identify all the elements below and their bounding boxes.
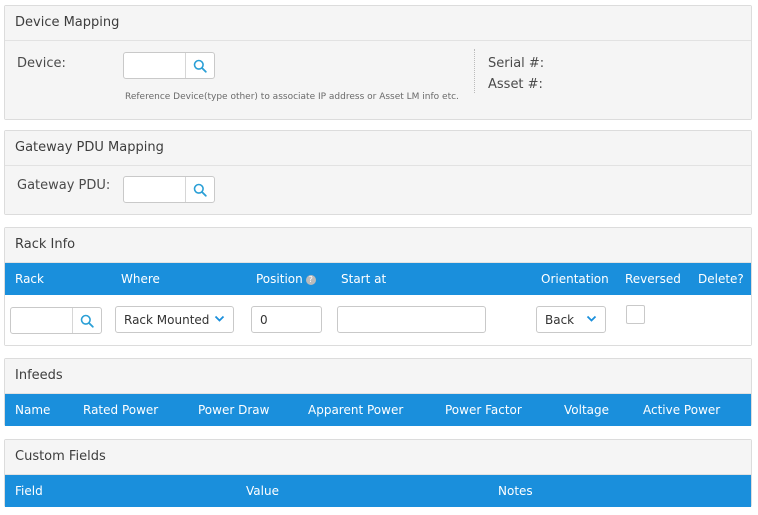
device-input[interactable] bbox=[124, 53, 186, 78]
col-orientation: Orientation bbox=[541, 272, 609, 286]
infeeds-title: Infeeds bbox=[5, 359, 751, 394]
device-lookup bbox=[123, 52, 215, 79]
col-power-factor: Power Factor bbox=[445, 403, 522, 417]
search-icon bbox=[80, 314, 94, 328]
col-value: Value bbox=[246, 484, 279, 498]
custom-fields-table-header: Field Value Notes bbox=[5, 475, 751, 507]
orientation-select[interactable]: Back bbox=[536, 306, 606, 333]
custom-fields-panel: Custom Fields Field Value Notes bbox=[4, 439, 752, 507]
chevron-down-icon bbox=[214, 315, 225, 322]
where-select[interactable]: Rack Mounted bbox=[115, 306, 234, 333]
infeeds-table-header: Name Rated Power Power Draw Apparent Pow… bbox=[5, 394, 751, 426]
serial-label: Serial #: bbox=[488, 56, 545, 71]
start-at-input[interactable] bbox=[337, 306, 486, 333]
gateway-pdu-title: Gateway PDU Mapping bbox=[5, 131, 751, 166]
col-notes: Notes bbox=[498, 484, 533, 498]
custom-fields-title: Custom Fields bbox=[5, 440, 751, 475]
col-field: Field bbox=[15, 484, 43, 498]
where-value: Rack Mounted bbox=[124, 313, 210, 327]
rack-info-title: Rack Info bbox=[5, 228, 751, 263]
rack-row: Rack Mounted 0 Back bbox=[5, 295, 751, 345]
help-icon[interactable]: ? bbox=[305, 275, 316, 285]
device-search-button[interactable] bbox=[186, 53, 214, 78]
gateway-pdu-panel: Gateway PDU Mapping Gateway PDU: bbox=[4, 130, 752, 215]
infeeds-panel: Infeeds Name Rated Power Power Draw Appa… bbox=[4, 358, 752, 426]
col-delete: Delete? bbox=[698, 272, 744, 286]
col-name: Name bbox=[15, 403, 51, 417]
col-power-draw: Power Draw bbox=[198, 403, 270, 417]
col-apparent-power: Apparent Power bbox=[308, 403, 404, 417]
rack-lookup bbox=[10, 307, 102, 334]
gateway-pdu-input[interactable] bbox=[124, 177, 186, 202]
rack-table-header: Rack Where Position? Start at Orientatio… bbox=[5, 263, 751, 295]
device-hint: Reference Device(type other) to associat… bbox=[125, 92, 459, 102]
search-icon bbox=[193, 183, 207, 197]
col-where: Where bbox=[121, 272, 160, 286]
col-rated-power: Rated Power bbox=[83, 403, 159, 417]
device-mapping-body: Device: Reference Device(type other) to … bbox=[5, 41, 751, 119]
device-label: Device: bbox=[17, 56, 66, 71]
position-input[interactable]: 0 bbox=[251, 306, 322, 333]
col-reversed: Reversed bbox=[625, 272, 681, 286]
orientation-value: Back bbox=[545, 313, 575, 327]
search-icon bbox=[193, 59, 207, 73]
rack-input[interactable] bbox=[11, 308, 73, 333]
reversed-checkbox[interactable] bbox=[626, 305, 645, 324]
gateway-pdu-search-button[interactable] bbox=[186, 177, 214, 202]
col-active-power: Active Power bbox=[643, 403, 721, 417]
rack-search-button[interactable] bbox=[73, 308, 101, 333]
gateway-pdu-lookup bbox=[123, 176, 215, 203]
chevron-down-icon bbox=[586, 315, 597, 322]
col-position-label: Position bbox=[256, 272, 303, 286]
gateway-pdu-label: Gateway PDU: bbox=[17, 178, 111, 193]
asset-label: Asset #: bbox=[488, 77, 543, 92]
gateway-pdu-body: Gateway PDU: bbox=[5, 166, 751, 214]
col-voltage: Voltage bbox=[564, 403, 610, 417]
rack-info-panel: Rack Info Rack Where Position? Start at … bbox=[4, 227, 752, 346]
divider bbox=[474, 49, 475, 93]
col-start-at: Start at bbox=[341, 272, 387, 286]
col-rack: Rack bbox=[15, 272, 44, 286]
col-position: Position? bbox=[256, 272, 316, 286]
device-mapping-panel: Device Mapping Device: Reference Device(… bbox=[4, 5, 752, 120]
device-mapping-title: Device Mapping bbox=[5, 6, 751, 41]
